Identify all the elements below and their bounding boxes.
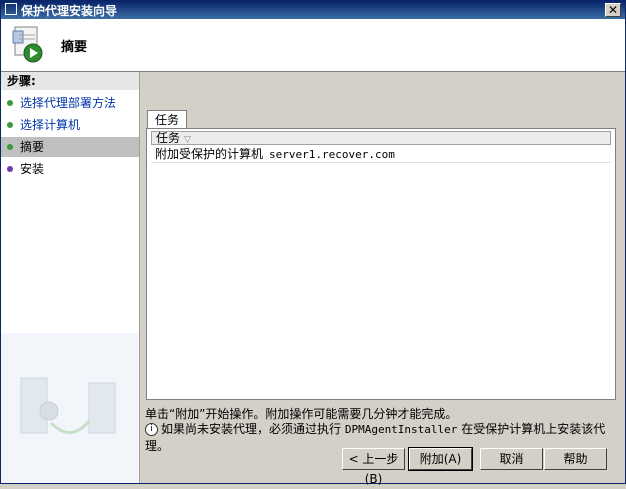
- attach-button[interactable]: 附加(A): [408, 447, 473, 471]
- step-install: 安装: [1, 159, 139, 179]
- table-row[interactable]: 附加受保护的计算机 server1.recover.com: [151, 146, 611, 163]
- step-label: 摘要: [20, 140, 45, 154]
- step-label: 选择代理部署方法: [20, 96, 117, 110]
- pending-dot-icon: [7, 166, 13, 172]
- done-dot-icon: [7, 122, 13, 128]
- step-summary[interactable]: 摘要: [1, 137, 139, 157]
- tasks-pane: 任务 ▽ 附加受保护的计算机 server1.recover.com: [146, 128, 616, 400]
- back-button[interactable]: < 上一步(B): [342, 448, 405, 486]
- main-panel: 任务 任务 ▽ 附加受保护的计算机 server1.recover.com 单击“附…: [141, 72, 625, 486]
- message-prefix: 如果尚未安装代理，必须通过执行: [161, 422, 345, 436]
- step-select-deployment-method[interactable]: 选择代理部署方法: [1, 93, 139, 113]
- wizard-header: 摘要: [1, 19, 625, 72]
- steps-title: 步骤:: [1, 72, 139, 90]
- step-label: 安装: [20, 162, 45, 176]
- installer-command: DPMAgentInstaller: [344, 423, 458, 436]
- step-select-computers[interactable]: 选择计算机: [1, 115, 139, 135]
- done-dot-icon: [7, 100, 13, 106]
- task-column-header[interactable]: 任务 ▽: [151, 131, 611, 145]
- page-title: 摘要: [61, 40, 88, 55]
- steps-panel: 步骤: 选择代理部署方法 选择计算机 摘要 安装: [1, 72, 140, 483]
- column-header-label: 任务: [156, 131, 181, 145]
- tab-tasks[interactable]: 任务: [147, 110, 187, 128]
- window-title: 保护代理安装向导: [21, 4, 118, 18]
- sort-icon: ▽: [184, 135, 191, 145]
- title-bar[interactable]: 保护代理安装向导 ✕: [1, 1, 625, 19]
- close-button[interactable]: ✕: [605, 3, 621, 17]
- wizard-icon: [12, 26, 43, 63]
- cancel-button[interactable]: 取消: [480, 448, 543, 470]
- server-name: server1.recover.com: [269, 148, 395, 161]
- task-text: 附加受保护的计算机: [155, 147, 264, 161]
- info-icon: i: [145, 423, 158, 436]
- wizard-window: 保护代理安装向导 ✕ 摘要 步骤: 选择代理部署方法 选择计算机 摘要 安装 任…: [0, 0, 626, 486]
- current-dot-icon: [7, 144, 13, 150]
- server-watermark-icon: [1, 333, 139, 483]
- help-button[interactable]: 帮助: [544, 448, 607, 470]
- shield-icon: [5, 3, 17, 15]
- step-label: 选择计算机: [20, 118, 81, 132]
